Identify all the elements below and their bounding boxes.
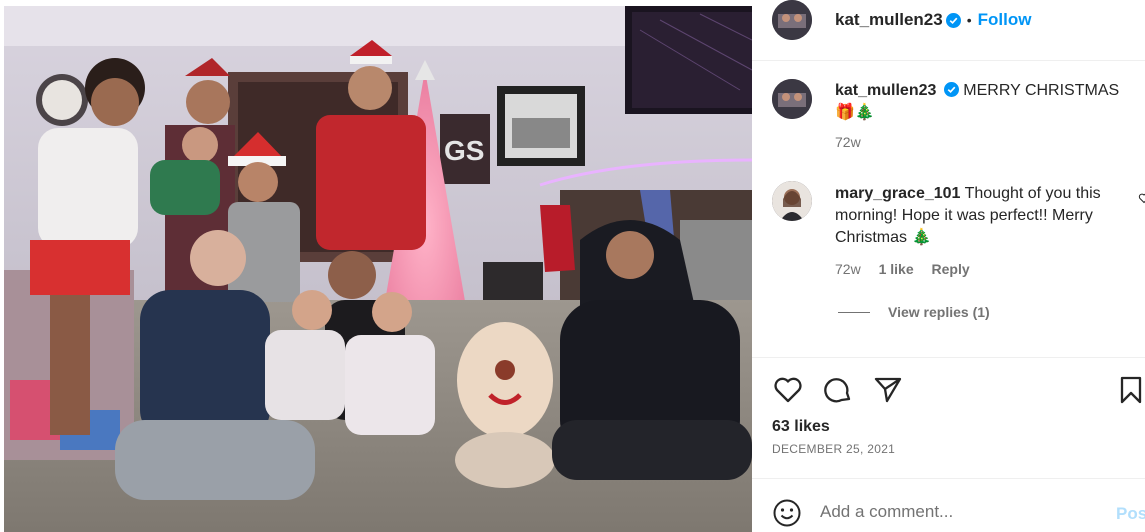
view-replies-label: View replies (1) — [888, 304, 990, 320]
actions-divider — [752, 357, 1145, 358]
post-photo[interactable]: GS — [0, 0, 752, 532]
replies-line — [838, 311, 870, 313]
post-author-username[interactable]: kat_mullen23 — [835, 10, 943, 30]
verified-badge-icon — [945, 12, 961, 28]
comment: mary_grace_101 Thought of you this morni… — [835, 183, 1135, 249]
post-comment-button[interactable]: Pos — [1116, 504, 1145, 524]
bookmark-icon[interactable] — [1115, 374, 1145, 406]
verified-badge-icon — [943, 82, 959, 97]
post-actions — [772, 374, 1145, 408]
svg-text:GS: GS — [444, 135, 484, 166]
comment-input[interactable] — [820, 498, 1100, 526]
comment-emoji: 🎄 — [911, 229, 932, 246]
caption-avatar[interactable] — [772, 79, 812, 119]
caption: kat_mullen23 MERRY CHRISTMAS 🎁🎄 — [835, 80, 1135, 124]
heart-icon[interactable] — [772, 374, 804, 406]
follow-button[interactable]: Follow — [978, 10, 1032, 30]
avatar[interactable] — [772, 0, 812, 40]
commenter-username[interactable]: mary_grace_101 — [835, 185, 960, 202]
comment-meta: 72w 1 like Reply — [835, 261, 984, 277]
commenter-avatar[interactable] — [772, 181, 812, 221]
caption-meta: 72w — [835, 134, 875, 150]
separator-dot: • — [966, 12, 972, 28]
comment-likes[interactable]: 1 like — [879, 261, 914, 277]
caption-age[interactable]: 72w — [835, 134, 861, 150]
comment-box-divider — [752, 478, 1145, 479]
small-heart-icon[interactable] — [1138, 192, 1145, 204]
post-sidebar: kat_mullen23 • Follow kat_mullen23 MERRY… — [752, 0, 1145, 532]
view-replies-button[interactable]: View replies (1) — [838, 304, 990, 320]
smiley-icon[interactable] — [772, 498, 802, 528]
family-christmas-photo: GS — [0, 0, 752, 532]
post-date[interactable]: DECEMBER 25, 2021 — [772, 442, 895, 456]
comment-bubble-icon[interactable] — [822, 374, 854, 406]
caption-username[interactable]: kat_mullen23 — [835, 82, 936, 99]
header-divider — [752, 60, 1145, 61]
comment-age[interactable]: 72w — [835, 261, 861, 277]
paper-plane-icon[interactable] — [872, 374, 904, 406]
add-comment-bar: Pos — [752, 490, 1145, 532]
caption-emoji: 🎁🎄 — [835, 104, 875, 121]
reply-button[interactable]: Reply — [932, 261, 970, 277]
post-header: kat_mullen23 • Follow — [752, 0, 1145, 42]
likes-count[interactable]: 63 likes — [772, 418, 830, 436]
caption-text: MERRY CHRISTMAS — [963, 82, 1120, 99]
